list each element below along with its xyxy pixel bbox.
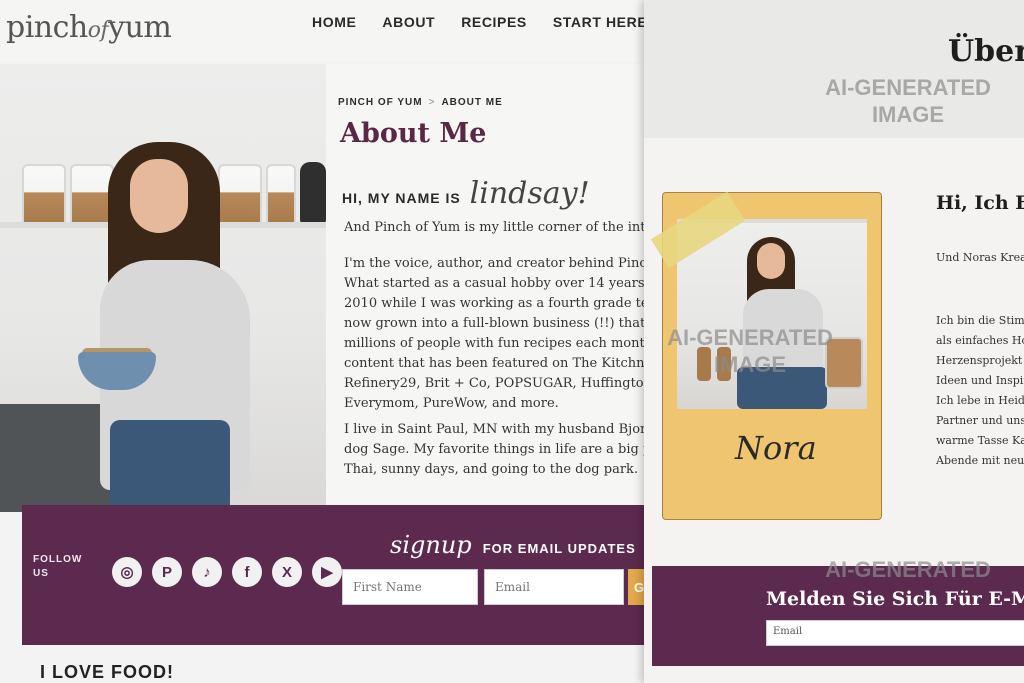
german-line: Ideen und Inspira xyxy=(936,374,1024,387)
german-line: Ich lebe in Heidel xyxy=(936,394,1024,407)
jar-shape xyxy=(22,164,66,226)
vase-shape xyxy=(300,162,326,224)
signup-heading-script: signup xyxy=(390,531,472,559)
greeting: HI, MY NAME IS lindsay! xyxy=(342,176,590,211)
german-greeting: Hi, Ich B xyxy=(936,192,1024,214)
person-face-shape xyxy=(130,159,188,233)
life-line: Thai, sunny days, and going to the dog p… xyxy=(344,462,639,477)
german-line: Ich bin die Stimm xyxy=(936,314,1024,327)
pinterest-icon[interactable]: P xyxy=(152,557,182,587)
nav-about[interactable]: ABOUT xyxy=(382,14,435,30)
site-logo[interactable]: pinchofyum xyxy=(6,10,172,45)
life-line: I live in Saint Paul, MN with my husband… xyxy=(344,422,650,437)
page-title: About Me xyxy=(340,118,487,149)
signup-heading-caps: FOR EMAIL UPDATES xyxy=(482,541,636,556)
german-line: warme Tasse Kaff xyxy=(936,434,1024,447)
bio-line: Everymom, PureWow, and more. xyxy=(344,396,559,411)
follow-us-label: FOLLOW US xyxy=(33,554,83,579)
hero-photo xyxy=(0,64,326,512)
nav-recipes[interactable]: RECIPES xyxy=(461,14,527,30)
german-page-title: Über xyxy=(948,34,1024,69)
signup-band: FOLLOW US ◎ P ♪ f X ▶ signup FOR EMAIL U… xyxy=(22,505,650,645)
logo-text-of: of xyxy=(87,18,109,43)
jar-shape xyxy=(266,164,296,226)
english-about-page: pinchofyum HOME ABOUT RECIPES START HERE… xyxy=(0,0,650,683)
breadcrumb: PINCH OF YUM > ABOUT ME xyxy=(338,97,503,108)
email-input[interactable] xyxy=(484,569,624,605)
tiktok-icon[interactable]: ♪ xyxy=(192,557,222,587)
intro-text: And Pinch of Yum is my little corner of … xyxy=(344,220,650,235)
bio-line: millions of people with fun recipes each… xyxy=(344,336,650,351)
life-line: dog Sage. My favorite things in life are… xyxy=(344,442,650,457)
greeting-prefix: HI, MY NAME IS xyxy=(342,190,461,206)
german-line: Abende mit neuer xyxy=(936,454,1024,467)
polaroid-photo xyxy=(677,219,867,409)
first-name-input[interactable] xyxy=(342,569,478,605)
life-paragraph: I live in Saint Paul, MN with my husband… xyxy=(344,420,650,480)
facebook-icon[interactable]: f xyxy=(232,557,262,587)
bio-line: content that has been featured on The Ki… xyxy=(344,356,650,371)
breadcrumb-current: ABOUT ME xyxy=(441,97,503,108)
bio-line: Refinery29, Brit + Co, POPSUGAR, Huffing… xyxy=(344,376,650,391)
greeting-name: lindsay! xyxy=(469,176,590,211)
x-icon[interactable]: X xyxy=(272,557,302,587)
bio-paragraph: I'm the voice, author, and creator behin… xyxy=(344,254,650,414)
german-line: Partner und unser xyxy=(936,414,1024,427)
polaroid-signature-name: Nora xyxy=(735,429,817,467)
breadcrumb-separator: > xyxy=(428,97,436,108)
watermark-bottom: AI-GENERATED xyxy=(825,557,991,582)
bio-line: 2010 while I was working as a fourth gra… xyxy=(344,296,650,311)
german-email-input[interactable]: Email xyxy=(766,620,1024,646)
social-links: ◎ P ♪ f X ▶ xyxy=(112,557,342,587)
person-face-shape xyxy=(757,243,785,279)
german-line: Herzensprojekt er xyxy=(936,354,1024,367)
bio-line: now grown into a full-blown business (!!… xyxy=(344,316,650,331)
signup-heading: signup FOR EMAIL UPDATES xyxy=(390,531,636,559)
breadcrumb-root[interactable]: PINCH OF YUM xyxy=(338,97,423,108)
german-subtitle: Und Noras Kreat xyxy=(936,251,1024,264)
watermark-top: AI-GENERATED IMAGE xyxy=(825,75,991,127)
instagram-icon[interactable]: ◎ xyxy=(112,557,142,587)
logo-text-yum: yum xyxy=(108,10,172,45)
bio-line: I'm the voice, author, and creator behin… xyxy=(344,256,650,271)
jar-shape xyxy=(218,164,262,226)
person-jeans-shape xyxy=(110,420,230,512)
nav-home[interactable]: HOME xyxy=(312,14,356,30)
nav-start-here[interactable]: START HERE xyxy=(553,14,647,30)
german-paragraph: Ich bin die Stimm als einfaches Hob Herz… xyxy=(936,311,1024,471)
german-newsletter-title: Melden Sie Sich Für E-Mail xyxy=(766,588,1024,610)
logo-text-pinch: pinch xyxy=(6,10,88,45)
bio-line: What started as a casual hobby over 14 y… xyxy=(344,276,650,291)
main-nav: HOME ABOUT RECIPES START HERE xyxy=(312,14,647,30)
watermark-middle: AI-GENERATED IMAGE xyxy=(667,325,833,377)
german-line: als einfaches Hob xyxy=(936,334,1024,347)
site-header: pinchofyum HOME ABOUT RECIPES START HERE xyxy=(0,0,650,62)
youtube-icon[interactable]: ▶ xyxy=(312,557,342,587)
section-heading: I LOVE FOOD! xyxy=(40,662,175,682)
about-content: PINCH OF YUM > ABOUT ME About Me HI, MY NA… xyxy=(326,64,650,512)
